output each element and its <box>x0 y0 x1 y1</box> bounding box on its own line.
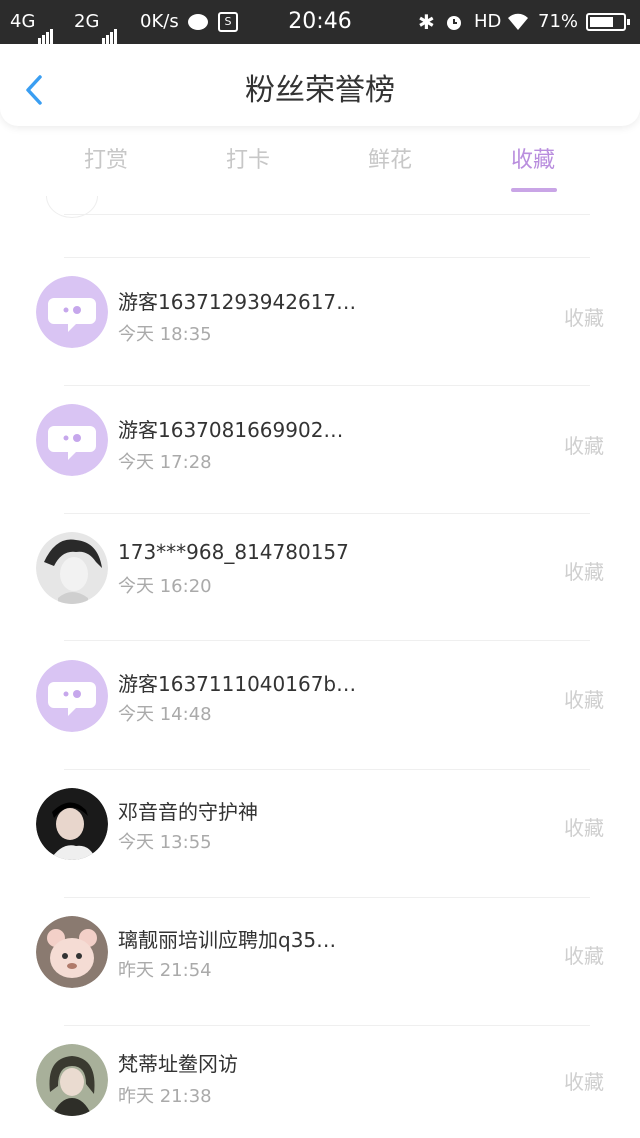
favorite-action[interactable]: 收藏 <box>564 556 604 585</box>
bluetooth-icon: ✱ <box>418 10 435 34</box>
user-name: 梵蒂址鲞冈访 <box>118 1052 238 1076</box>
wifi-icon <box>506 0 530 44</box>
divider <box>64 640 590 641</box>
timestamp: 今天 17:28 <box>118 452 212 473</box>
active-tab-indicator <box>511 188 557 192</box>
app-placeholder-avatar-icon <box>36 404 108 476</box>
list-item[interactable]: 游客1637081669902… 今天 17:28 收藏 <box>0 386 640 514</box>
header-bar: 粉丝荣誉榜 <box>0 44 640 126</box>
page-title: 粉丝荣誉榜 <box>245 73 395 108</box>
tab-bar: 打赏 打卡 鲜花 收藏 <box>0 130 640 196</box>
favorite-action[interactable]: 收藏 <box>564 684 604 713</box>
list-item[interactable]: 邓音音的守护神 今天 13:55 收藏 <box>0 770 640 898</box>
tab-favorites-label: 收藏 <box>510 148 555 173</box>
tab-reward[interactable]: 打赏 <box>46 130 166 196</box>
timestamp: 今天 18:35 <box>118 324 212 345</box>
list-item[interactable]: 173***968_814780157 今天 16:20 收藏 <box>0 514 640 642</box>
user-photo-avatar <box>36 1044 108 1116</box>
list-item[interactable]: 璃靓丽培训应聘加q35… 昨天 21:54 收藏 <box>0 898 640 1026</box>
timestamp: 今天 13:55 <box>118 832 212 853</box>
user-name: 邓音音的守护神 <box>118 800 258 824</box>
app-placeholder-avatar-icon <box>36 276 108 348</box>
fans-list[interactable]: 游客16371293942617… 今天 18:35 收藏 游客16370816… <box>0 196 640 1138</box>
list-item[interactable]: 游客1637111040167b… 今天 14:48 收藏 <box>0 642 640 770</box>
divider <box>64 214 590 215</box>
app-placeholder-avatar-icon <box>36 660 108 732</box>
tab-checkin[interactable]: 打卡 <box>188 130 308 196</box>
alarm-icon <box>444 0 464 44</box>
tab-favorites[interactable]: 收藏 <box>473 130 593 196</box>
user-name: 游客16371293942617… <box>118 290 357 314</box>
user-name: 173***968_814780157 <box>118 540 349 564</box>
favorite-action[interactable]: 收藏 <box>564 940 604 969</box>
timestamp: 今天 14:48 <box>118 704 212 725</box>
list-item[interactable]: 梵蒂址鲞冈访 昨天 21:38 收藏 <box>0 1026 640 1138</box>
user-name: 游客1637111040167b… <box>118 672 357 696</box>
favorite-action[interactable]: 收藏 <box>564 302 604 331</box>
favorite-action[interactable]: 收藏 <box>564 430 604 459</box>
timestamp: 昨天 21:54 <box>118 960 212 981</box>
list-item[interactable]: 游客16371293942617… 今天 18:35 收藏 <box>0 258 640 386</box>
timestamp: 昨天 21:38 <box>118 1086 212 1107</box>
user-name: 游客1637081669902… <box>118 418 344 442</box>
battery-icon <box>586 0 630 44</box>
user-photo-avatar <box>36 788 108 860</box>
tab-flowers[interactable]: 鲜花 <box>330 130 450 196</box>
user-name: 璃靓丽培训应聘加q35… <box>118 928 337 952</box>
hd-indicator: HD <box>474 11 502 32</box>
user-photo-avatar <box>36 916 108 988</box>
favorite-action[interactable]: 收藏 <box>564 1066 604 1095</box>
user-photo-avatar <box>36 532 108 604</box>
battery-percent: 71% <box>538 11 579 32</box>
timestamp: 今天 16:20 <box>118 576 212 597</box>
status-bar: 4G 2G 0K/s S 20:46 ✱ HD 71% <box>0 0 640 44</box>
favorite-action[interactable]: 收藏 <box>564 812 604 841</box>
